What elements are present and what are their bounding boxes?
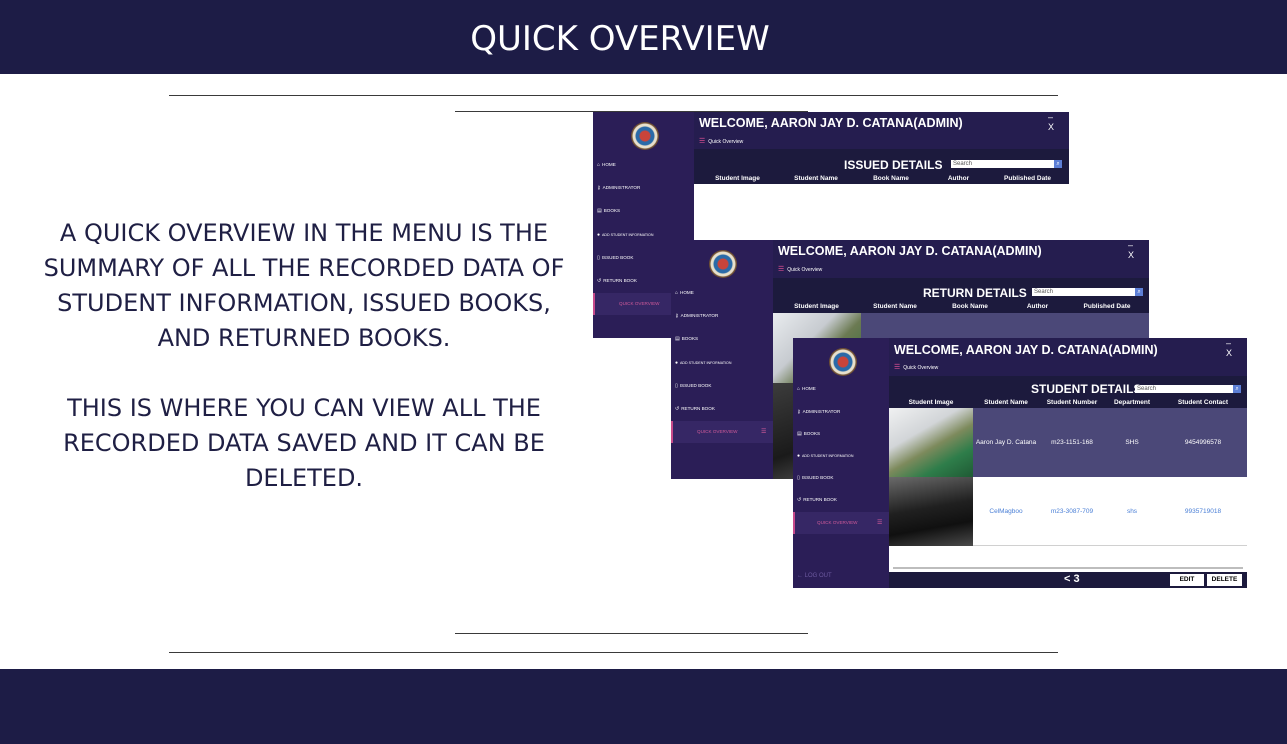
home-icon: ⌂: [797, 386, 801, 392]
search-icon[interactable]: ⌕: [1054, 160, 1062, 168]
nav-books[interactable]: ▤ BOOKS: [797, 431, 820, 437]
return-icon: ↺: [675, 406, 680, 412]
student-details-title: STUDENT DETAILS: [1031, 382, 1142, 396]
nav-add-student[interactable]: ● ADD STUDENT INFORMATION: [675, 360, 731, 366]
return-icon: ↺: [597, 278, 602, 284]
student-photo: [889, 477, 973, 546]
bookmark-icon: ▯: [797, 475, 800, 481]
description-paragraph-1: A QUICK OVERVIEW IN THE MENU IS THE SUMM…: [43, 219, 565, 352]
book-icon: ▤: [597, 208, 602, 214]
issued-details-title: ISSUED DETAILS: [844, 158, 943, 172]
info-icon: ●: [675, 360, 679, 366]
nav-home[interactable]: ⌂ HOME: [797, 386, 816, 392]
book-icon: ▤: [675, 336, 680, 342]
page-title: QUICK OVERVIEW: [470, 19, 770, 59]
nav-add-student[interactable]: ● ADD STUDENT INFORMATION: [797, 453, 853, 459]
nav-books[interactable]: ▤ BOOKS: [675, 336, 698, 342]
search-input[interactable]: Search: [951, 160, 1054, 168]
window-controls[interactable]: – X: [1128, 240, 1149, 260]
nav-home[interactable]: ⌂ HOME: [675, 290, 694, 296]
home-icon: ⌂: [675, 290, 679, 296]
key-icon: ⚷: [797, 409, 801, 415]
nav-return-book[interactable]: ↺ RETURN BOOK: [675, 406, 715, 412]
key-icon: ⚷: [675, 313, 679, 319]
book-icon: ▤: [797, 431, 802, 437]
bookmark-icon: ▯: [675, 383, 678, 389]
footer-band: [0, 669, 1287, 744]
nav-administrator[interactable]: ⚷ ADMINISTRATOR: [675, 313, 718, 319]
nav-return-book[interactable]: ↺ RETURN BOOK: [597, 278, 637, 284]
student-details-window: ⌂ HOME ⚷ ADMINISTRATOR ▤ BOOKS ● ADD STUDENT…: [793, 338, 1247, 588]
issued-columns: Student Image Student Name Book Name Aut…: [715, 175, 1051, 182]
nav-administrator[interactable]: ⚷ ADMINISTRATOR: [597, 185, 640, 191]
home-icon: ⌂: [597, 162, 601, 168]
welcome-text: WELCOME, AARON JAY D. CATANA(ADMIN): [894, 343, 1158, 357]
key-icon: ⚷: [597, 185, 601, 191]
horizontal-scrollbar[interactable]: [893, 567, 1243, 569]
top-divider-long: [169, 95, 1058, 96]
nav-return-book[interactable]: ↺ RETURN BOOK: [797, 497, 837, 503]
bookmark-icon: ▯: [597, 255, 600, 261]
quick-overview-link[interactable]: ☰ Quick Overview: [699, 137, 743, 145]
school-logo: [829, 348, 857, 376]
hamburger-icon: ☰: [877, 520, 883, 526]
return-columns: Student Image Student Name Book Name Aut…: [794, 303, 1131, 310]
nav-issued-book[interactable]: ▯ ISSUED BOOK: [675, 383, 711, 389]
hamburger-icon: ☰: [699, 138, 706, 145]
search-icon[interactable]: ⌕: [1135, 288, 1143, 296]
info-icon: ●: [597, 232, 601, 238]
bottom-divider-short: [455, 633, 808, 634]
hamburger-icon: ☰: [778, 266, 785, 273]
search-input[interactable]: Search: [1135, 385, 1233, 393]
window-controls[interactable]: – X: [1226, 338, 1247, 358]
nav-issued-book[interactable]: ▯ ISSUED BOOK: [597, 255, 633, 261]
nav-issued-book[interactable]: ▯ ISSUED BOOK: [797, 475, 833, 481]
nav-administrator[interactable]: ⚷ ADMINISTRATOR: [797, 409, 840, 415]
bottom-divider-long: [169, 652, 1058, 653]
nav-quick-overview[interactable]: QUICK OVERVIEW ☰: [671, 421, 773, 443]
hamburger-icon: ☰: [761, 429, 767, 435]
delete-button[interactable]: DELETE: [1207, 574, 1242, 586]
search-icon[interactable]: ⌕: [1233, 385, 1241, 393]
student-photo: [889, 408, 973, 477]
school-logo: [631, 122, 659, 150]
nav-books[interactable]: ▤ BOOKS: [597, 208, 620, 214]
return-icon: ↺: [797, 497, 802, 503]
nav-add-student[interactable]: ● ADD STUDENT INFORMATION: [597, 232, 653, 238]
student-columns: Student Image Student Name Student Numbe…: [908, 399, 1229, 406]
pagination[interactable]: < 3: [1064, 573, 1080, 585]
welcome-text: WELCOME, AARON JAY D. CATANA(ADMIN): [699, 116, 963, 130]
description-paragraph-2: THIS IS WHERE YOU CAN VIEW ALL THE RECOR…: [63, 394, 545, 492]
school-logo: [709, 250, 737, 278]
nav-home[interactable]: ⌂ HOME: [597, 162, 616, 168]
table-row-1-cells: Aaron Jay D. Catana m23-1151-168 SHS 945…: [975, 439, 1222, 446]
table-row-2-cells: CelMagboo m23-3087-709 shs 9935719018: [989, 508, 1222, 515]
quick-overview-link[interactable]: ☰ Quick Overview: [778, 265, 822, 273]
welcome-text: WELCOME, AARON JAY D. CATANA(ADMIN): [778, 244, 1042, 258]
window-controls[interactable]: – X: [1048, 112, 1069, 132]
return-details-title: RETURN DETAILS: [923, 286, 1027, 300]
nav-quick-overview[interactable]: QUICK OVERVIEW ☰: [793, 512, 889, 534]
search-input[interactable]: Search: [1032, 288, 1135, 296]
info-icon: ●: [797, 453, 801, 459]
hamburger-icon: ☰: [894, 364, 901, 371]
edit-button[interactable]: EDIT: [1170, 574, 1204, 586]
logout-link[interactable]: ← LOG OUT: [797, 573, 832, 579]
quick-overview-link[interactable]: ☰ Quick Overview: [894, 363, 938, 371]
